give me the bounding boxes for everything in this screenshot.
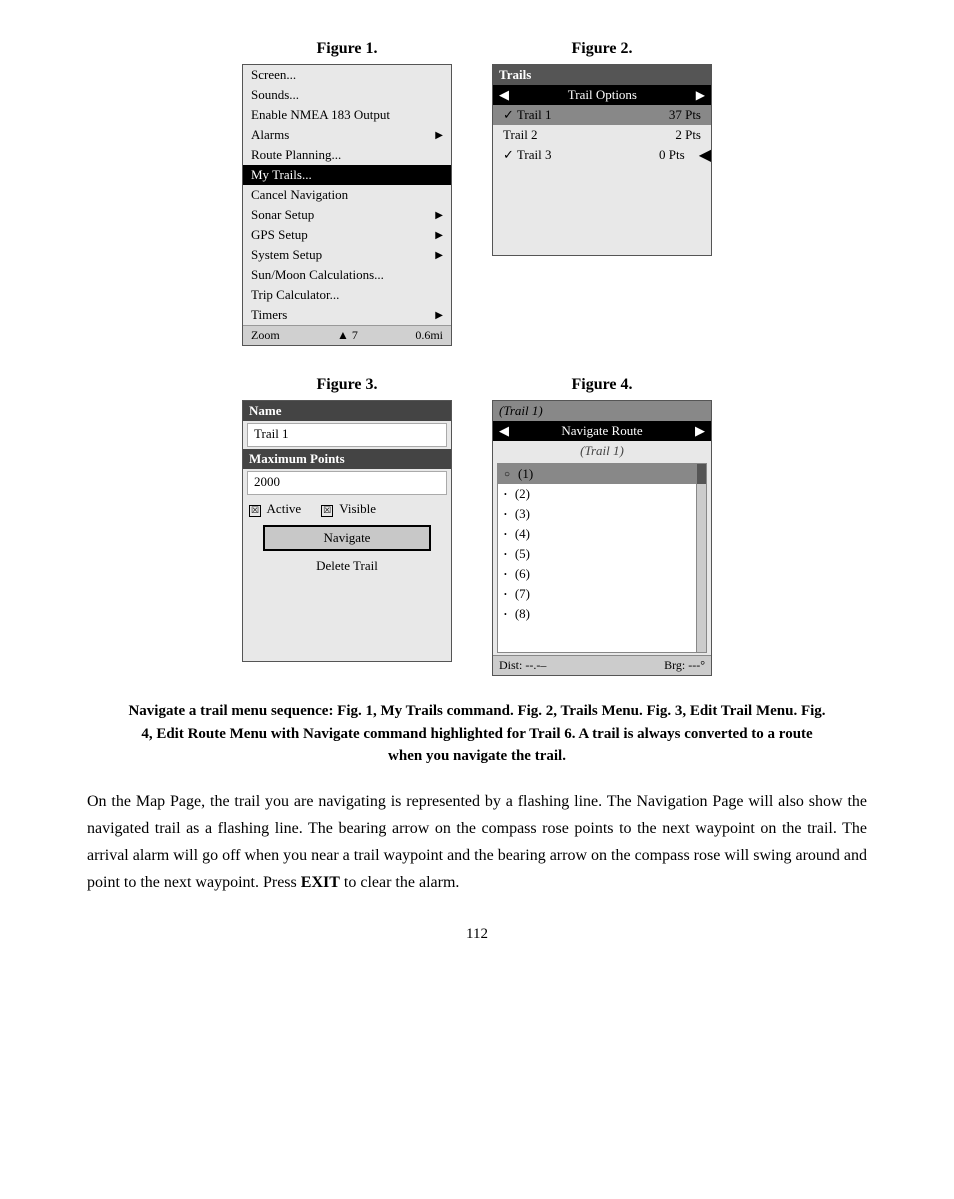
fig3-navigate-btn[interactable]: Navigate (263, 525, 431, 551)
figure-4-label: Figure 4. (571, 376, 632, 394)
figure-2-label: Figure 2. (571, 40, 632, 58)
fig2-trail-3[interactable]: ✓ Trail 3 0 Pts (493, 145, 695, 165)
fig3-name-label: Name (243, 401, 451, 421)
menu-alarms[interactable]: Alarms▶ (243, 125, 451, 145)
figure-1-col: Figure 1. Screen... Sounds... Enable NME… (242, 40, 452, 346)
figure-2-col: Figure 2. Trails ◀ Trail Options ▶ ✓ Tra… (492, 40, 712, 346)
figure-3-box: Name Trail 1 Maximum Points 2000 ☒ Activ… (242, 400, 452, 662)
fig2-pointer-arrow: ◀ (699, 145, 711, 165)
fig4-header: (Trail 1) (493, 401, 711, 421)
page-number: 112 (466, 926, 488, 943)
figure-3-col: Figure 3. Name Trail 1 Maximum Points 20… (242, 376, 452, 676)
menu-system-setup[interactable]: System Setup▶ (243, 245, 451, 265)
fig4-nav-label: Navigate Route (561, 423, 642, 439)
fig4-item-1[interactable]: ○ (1) (498, 464, 706, 484)
menu-my-trails[interactable]: My Trails... (243, 165, 451, 185)
fig4-dist: Dist: --.-– (499, 658, 546, 673)
fig2-body: ✓ Trail 1 37 Pts Trail 2 2 Pts ✓ Trail 3… (493, 105, 711, 255)
menu-timers[interactable]: Timers▶ (243, 305, 451, 325)
menu-sunmoon[interactable]: Sun/Moon Calculations... (243, 265, 451, 285)
fig3-empty-space (243, 581, 451, 661)
fig2-trail-2[interactable]: Trail 2 2 Pts (493, 125, 711, 145)
menu-route-planning[interactable]: Route Planning... (243, 145, 451, 165)
menu-sonar-setup[interactable]: Sonar Setup▶ (243, 205, 451, 225)
fig3-maxpts-value[interactable]: 2000 (247, 471, 447, 495)
exit-keyword: EXIT (301, 874, 340, 891)
fig4-brg: Brg: ---° (664, 658, 705, 673)
fig4-item-7[interactable]: • (7) (498, 584, 706, 604)
figure-1-label: Figure 1. (316, 40, 377, 58)
fig4-item-2[interactable]: • (2) (498, 484, 706, 504)
fig4-scrollbar-thumb[interactable] (697, 464, 706, 484)
menu-trip-calc[interactable]: Trip Calculator... (243, 285, 451, 305)
fig2-header: Trails (493, 65, 711, 85)
menu-sounds[interactable]: Sounds... (243, 85, 451, 105)
figure-3-label: Figure 3. (316, 376, 377, 394)
figure-2-box: Trails ◀ Trail Options ▶ ✓ Trail 1 37 Pt… (492, 64, 712, 256)
fig3-checkrow: ☒ Active ☒ Visible (243, 497, 451, 521)
fig4-footer: Dist: --.-– Brg: ---° (493, 655, 711, 675)
fig3-delete-btn[interactable]: Delete Trail (263, 555, 431, 577)
fig3-active-checkbox[interactable]: ☒ (249, 505, 261, 517)
fig4-subtitle: (Trail 1) (493, 441, 711, 461)
body-text: On the Map Page, the trail you are navig… (87, 788, 867, 897)
fig4-list: ○ (1) • (2) • (3) • (4) (497, 463, 707, 653)
fig3-name-value[interactable]: Trail 1 (247, 423, 447, 447)
fig3-maxpts-label: Maximum Points (243, 449, 451, 469)
fig3-visible-checkbox[interactable]: ☒ (321, 505, 333, 517)
fig4-scrollbar[interactable] (696, 464, 706, 652)
fig4-item-5[interactable]: • (5) (498, 544, 706, 564)
menu-bottom-bar: Zoom ▲ 7 0.6mi (243, 325, 451, 345)
fig2-nav-row[interactable]: ◀ Trail Options ▶ (493, 85, 711, 105)
figure-4-col: Figure 4. (Trail 1) ◀ Navigate Route ▶ (… (492, 376, 712, 676)
fig4-item-3[interactable]: • (3) (498, 504, 706, 524)
menu-gps-setup[interactable]: GPS Setup▶ (243, 225, 451, 245)
figure-4-box: (Trail 1) ◀ Navigate Route ▶ (Trail 1) ○… (492, 400, 712, 676)
fig2-trail-1[interactable]: ✓ Trail 1 37 Pts (493, 105, 711, 125)
fig4-item-6[interactable]: • (6) (498, 564, 706, 584)
fig4-nav-row[interactable]: ◀ Navigate Route ▶ (493, 421, 711, 441)
fig4-item-8[interactable]: • (8) (498, 604, 706, 624)
fig2-trail-options: Trail Options (568, 87, 637, 103)
menu-cancel-nav[interactable]: Cancel Navigation (243, 185, 451, 205)
figure-1-menu: Screen... Sounds... Enable NMEA 183 Outp… (242, 64, 452, 346)
menu-screen[interactable]: Screen... (243, 65, 451, 85)
fig4-item-4[interactable]: • (4) (498, 524, 706, 544)
caption: Navigate a trail menu sequence: Fig. 1, … (127, 700, 827, 768)
menu-nmea[interactable]: Enable NMEA 183 Output (243, 105, 451, 125)
